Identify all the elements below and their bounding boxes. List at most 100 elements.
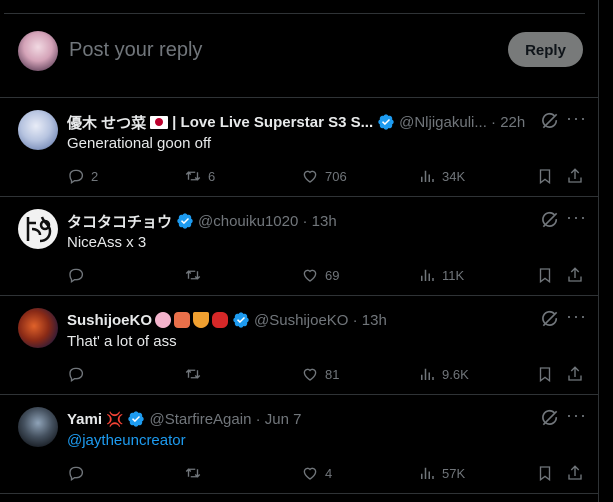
reply-action[interactable]: 2 (67, 166, 98, 186)
more-icon[interactable]: ··· (566, 208, 586, 230)
bookmark-icon (539, 169, 551, 185)
user-avatar[interactable] (18, 31, 58, 71)
verified-badge-icon (177, 213, 193, 229)
display-name[interactable]: 優木 せつ菜 (67, 112, 146, 133)
japan-flag-icon (150, 115, 169, 129)
bookmark-icon (539, 268, 551, 284)
like-action[interactable]: 706 (301, 166, 347, 186)
bookmark-action[interactable] (536, 166, 554, 186)
like-count: 81 (325, 366, 340, 382)
grok-icon[interactable] (540, 408, 560, 428)
avatar[interactable] (18, 209, 58, 249)
avatar[interactable] (18, 110, 58, 150)
tweet[interactable]: Yami 💢 @StarfireAgain · Jun 7 ··· @jayth… (0, 395, 598, 493)
reply-icon (69, 367, 84, 383)
display-name-suffix[interactable]: | Love Live Superstar S3 S... (172, 114, 373, 131)
sushi-emoji-icon (174, 312, 191, 328)
tweet[interactable]: タコタコチョウ @chouiku1020 · 13h ··· NiceAss x… (0, 197, 598, 295)
tweet-header: 優木 せつ菜 | Love Live Superstar S3 S... @Nl… (67, 112, 525, 132)
views-icon (421, 170, 434, 182)
views-icon (421, 368, 434, 380)
reply-action[interactable] (67, 265, 91, 285)
mention-link[interactable]: @jaytheuncreator (67, 432, 186, 449)
handle-and-time[interactable]: @Nljigakuli... · 22h (399, 114, 525, 131)
tweet-text: NiceAss x 3 (67, 234, 147, 251)
like-count: 4 (325, 465, 333, 481)
share-action[interactable] (566, 265, 584, 285)
repost-icon (185, 468, 201, 478)
repost-count: 6 (208, 168, 216, 184)
more-icon[interactable]: ··· (566, 406, 586, 428)
repost-action[interactable]: 6 (184, 166, 215, 186)
reply-input[interactable]: Post your reply (69, 39, 202, 62)
views-action[interactable]: 11K (418, 265, 464, 285)
heart-icon (303, 467, 317, 480)
grok-icon[interactable] (540, 309, 560, 329)
share-icon (568, 168, 582, 183)
more-icon[interactable]: ··· (566, 307, 586, 329)
repost-icon (185, 369, 201, 379)
bookmark-action[interactable] (536, 364, 554, 384)
more-icon[interactable]: ··· (566, 109, 586, 131)
bookmark-action[interactable] (536, 463, 554, 483)
view-count: 11K (442, 267, 465, 283)
tweet[interactable]: SushijoeKO @SushijoeKO · 13h ··· That' a… (0, 296, 598, 394)
tweet-actions: 81 9.6K (67, 364, 587, 384)
tweet-header: タコタコチョウ @chouiku1020 · 13h (67, 211, 337, 231)
like-action[interactable]: 69 (301, 265, 339, 285)
views-icon (421, 467, 434, 479)
avatar-logo-icon (26, 216, 52, 243)
verified-badge-icon (128, 411, 145, 427)
column-border (598, 0, 599, 502)
pizza-emoji-icon (193, 312, 210, 328)
display-name[interactable]: Yami (67, 411, 102, 428)
bookmark-action[interactable] (536, 265, 554, 285)
repost-action[interactable] (184, 463, 208, 483)
handle-and-time[interactable]: @StarfireAgain · Jun 7 (149, 411, 301, 428)
repost-action[interactable] (184, 265, 208, 285)
reply-icon (69, 466, 84, 482)
reply-action[interactable] (67, 463, 91, 483)
like-action[interactable]: 81 (301, 364, 339, 384)
views-action[interactable]: 34K (418, 166, 465, 186)
repost-action[interactable] (184, 364, 208, 384)
tweet[interactable]: 優木 せつ菜 | Love Live Superstar S3 S... @Nl… (0, 98, 598, 196)
share-action[interactable] (566, 463, 584, 483)
handle-and-time[interactable]: @chouiku1020 · 13h (198, 213, 337, 230)
boxing-glove-emoji-icon (212, 312, 229, 328)
share-icon (568, 366, 582, 381)
grok-icon[interactable] (540, 111, 560, 131)
tweet-text: Generational goon off (67, 135, 212, 152)
divider (0, 493, 598, 494)
bookmark-icon (539, 466, 551, 482)
avatar[interactable] (18, 407, 58, 447)
repost-icon (185, 171, 201, 181)
like-count: 69 (325, 267, 340, 283)
display-name[interactable]: SushijoeKO (67, 312, 152, 329)
views-action[interactable]: 57K (418, 463, 465, 483)
views-action[interactable]: 9.6K (418, 364, 469, 384)
display-name[interactable]: タコタコチョウ (67, 211, 172, 232)
bookmark-icon (539, 367, 551, 383)
handle-and-time[interactable]: @SushijoeKO · 13h (254, 312, 387, 329)
like-count: 706 (325, 168, 347, 184)
reply-action[interactable] (67, 364, 91, 384)
grok-icon[interactable] (540, 210, 560, 230)
reply-count: 2 (91, 168, 99, 184)
heart-icon (303, 269, 317, 282)
like-action[interactable]: 4 (301, 463, 332, 483)
heart-icon (303, 170, 317, 183)
verified-badge-icon (378, 114, 394, 130)
tweet-actions: 4 57K (67, 463, 587, 483)
share-action[interactable] (566, 364, 584, 384)
repost-icon (185, 270, 201, 280)
reply-button[interactable]: Reply (508, 32, 583, 67)
share-icon (568, 465, 582, 480)
share-action[interactable] (566, 166, 584, 186)
avatar[interactable] (18, 308, 58, 348)
views-icon (421, 269, 434, 281)
tweet-actions: 2 6 706 34K (67, 166, 587, 186)
view-count: 9.6K (442, 366, 469, 382)
reply-composer: Post your reply Reply (0, 14, 598, 97)
anger-emoji-icon: 💢 (106, 410, 124, 427)
